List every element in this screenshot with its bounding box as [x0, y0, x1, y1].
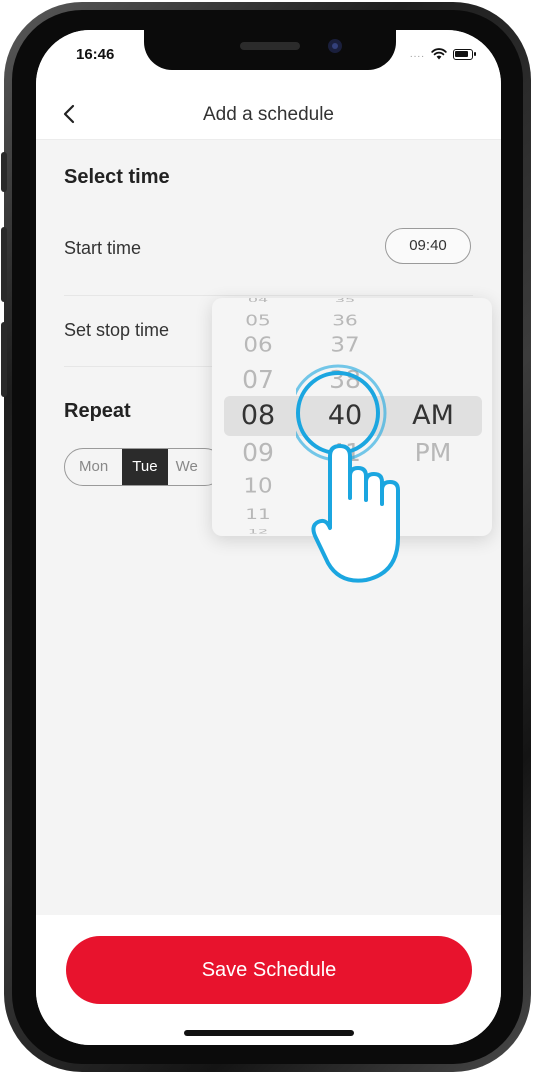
- mute-switch: [1, 152, 7, 192]
- hour-option[interactable]: 12: [228, 528, 288, 536]
- minute-option[interactable]: 37: [315, 333, 375, 356]
- hour-option[interactable]: 11: [228, 506, 288, 523]
- minute-option[interactable]: 41: [315, 438, 375, 467]
- hour-option[interactable]: 05: [228, 311, 288, 329]
- signal-icon: ....: [409, 48, 425, 60]
- hour-option-selected[interactable]: 08: [228, 400, 288, 431]
- volume-up-button: [1, 227, 7, 302]
- status-icons: ....: [409, 48, 476, 60]
- hour-option[interactable]: 06: [228, 333, 288, 356]
- minute-option-selected[interactable]: 40: [315, 400, 375, 431]
- minute-option[interactable]: 38: [315, 365, 375, 394]
- save-schedule-button[interactable]: Save Schedule: [66, 936, 472, 1004]
- battery-icon: [453, 48, 476, 60]
- front-camera: [328, 39, 342, 53]
- minute-option[interactable]: 35: [315, 298, 375, 304]
- stop-time-label[interactable]: Set stop time: [64, 320, 169, 341]
- minute-option[interactable]: 42: [315, 474, 375, 497]
- ampm-option[interactable]: PM: [398, 438, 468, 467]
- app-screen: 16:46 .... Add a schedule Select time St…: [36, 30, 501, 1045]
- day-tue[interactable]: Tue: [122, 449, 168, 485]
- hour-option[interactable]: 04: [228, 298, 288, 304]
- hour-option[interactable]: 09: [228, 438, 288, 467]
- start-time-label: Start time: [64, 238, 142, 258]
- status-time: 16:46: [76, 46, 115, 63]
- home-indicator[interactable]: [184, 1030, 354, 1036]
- time-picker[interactable]: 04 05 06 07 08 09 10 11 12 35 36 37 38 4…: [212, 298, 492, 536]
- wifi-icon: [431, 48, 447, 60]
- ampm-option-selected[interactable]: AM: [398, 400, 468, 431]
- hour-option[interactable]: 10: [228, 474, 288, 497]
- phone-notch: [144, 30, 396, 70]
- day-selector: Mon Tue We: [64, 448, 224, 486]
- nav-bar: Add a schedule: [36, 90, 501, 140]
- page-title: Add a schedule: [203, 104, 334, 125]
- day-mon[interactable]: Mon: [65, 449, 122, 485]
- divider: [64, 295, 473, 296]
- start-time-button[interactable]: 09:40: [385, 228, 471, 264]
- hour-option[interactable]: 07: [228, 365, 288, 394]
- speaker-grille: [240, 42, 300, 50]
- minute-option[interactable]: 36: [315, 311, 375, 329]
- repeat-heading: Repeat: [64, 400, 131, 422]
- volume-down-button: [1, 322, 7, 397]
- select-time-heading: Select time: [64, 166, 170, 188]
